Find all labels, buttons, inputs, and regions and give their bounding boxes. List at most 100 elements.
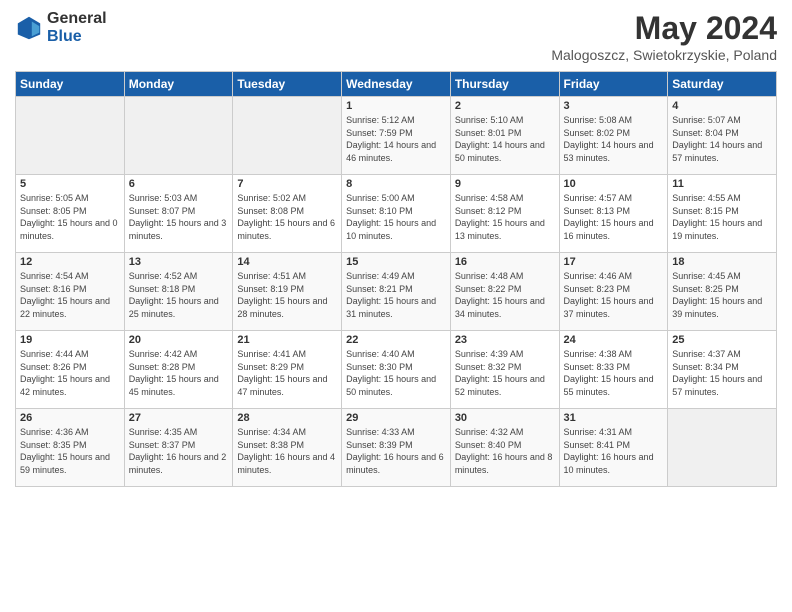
cell-w4-d6: 25Sunrise: 4:37 AMSunset: 8:34 PMDayligh… (668, 331, 777, 409)
day-number: 17 (564, 256, 664, 268)
week-row-5: 26Sunrise: 4:36 AMSunset: 8:35 PMDayligh… (16, 409, 777, 487)
cell-w2-d6: 11Sunrise: 4:55 AMSunset: 8:15 PMDayligh… (668, 175, 777, 253)
cell-w2-d0: 5Sunrise: 5:05 AMSunset: 8:05 PMDaylight… (16, 175, 125, 253)
day-info: Sunrise: 4:51 AMSunset: 8:19 PMDaylight:… (237, 270, 337, 320)
day-info: Sunrise: 4:52 AMSunset: 8:18 PMDaylight:… (129, 270, 229, 320)
day-info: Sunrise: 4:48 AMSunset: 8:22 PMDaylight:… (455, 270, 555, 320)
header: General Blue May 2024 Malogoszcz, Swieto… (15, 10, 777, 63)
day-number: 20 (129, 334, 229, 346)
day-info: Sunrise: 5:00 AMSunset: 8:10 PMDaylight:… (346, 192, 446, 242)
day-number: 29 (346, 412, 446, 424)
header-monday: Monday (124, 72, 233, 97)
header-tuesday: Tuesday (233, 72, 342, 97)
cell-w3-d5: 17 Sunrise: 4:46 AMSunset: 8:23 PMDayligh… (559, 253, 668, 331)
day-info: Sunrise: 4:32 AMSunset: 8:40 PMDaylight:… (455, 426, 555, 476)
day-number: 11 (672, 178, 772, 190)
day-info: Sunrise: 4:35 AMSunset: 8:37 PMDaylight:… (129, 426, 229, 476)
day-number: 12 (20, 256, 120, 268)
day-info: Sunrise: 4:31 AMSunset: 8:41 PMDaylight:… (564, 426, 664, 476)
calendar-title: May 2024 (551, 10, 777, 47)
logo: General Blue (15, 10, 107, 45)
day-info: Sunrise: 4:40 AMSunset: 8:30 PMDaylight:… (346, 348, 446, 398)
cell-w5-d0: 26Sunrise: 4:36 AMSunset: 8:35 PMDayligh… (16, 409, 125, 487)
logo-general-text: General (47, 10, 107, 28)
day-info: Sunrise: 4:44 AMSunset: 8:26 PMDaylight:… (20, 348, 120, 398)
day-info: Sunrise: 5:07 AMSunset: 8:04 PMDaylight:… (672, 114, 772, 164)
cell-w5-d4: 30 Sunrise: 4:32 AMSunset: 8:40 PMDayligh… (450, 409, 559, 487)
week-row-1: 1 Sunrise: 5:12 AMSunset: 7:59 PMDaylight… (16, 97, 777, 175)
week-row-2: 5Sunrise: 5:05 AMSunset: 8:05 PMDaylight… (16, 175, 777, 253)
cell-w3-d1: 13 Sunrise: 4:52 AMSunset: 8:18 PMDayligh… (124, 253, 233, 331)
day-number: 28 (237, 412, 337, 424)
cell-w4-d2: 21 Sunrise: 4:41 AMSunset: 8:29 PMDayligh… (233, 331, 342, 409)
logo-blue-text: Blue (47, 28, 107, 46)
day-info: Sunrise: 5:05 AMSunset: 8:05 PMDaylight:… (20, 192, 120, 242)
day-info: Sunrise: 4:38 AMSunset: 8:33 PMDaylight:… (564, 348, 664, 398)
day-info: Sunrise: 5:03 AMSunset: 8:07 PMDaylight:… (129, 192, 229, 242)
day-number: 9 (455, 178, 555, 190)
day-number: 7 (237, 178, 337, 190)
header-sunday: Sunday (16, 72, 125, 97)
day-info: Sunrise: 4:46 AMSunset: 8:23 PMDaylight:… (564, 270, 664, 320)
weekday-header-row: Sunday Monday Tuesday Wednesday Thursday… (16, 72, 777, 97)
calendar-body: 1 Sunrise: 5:12 AMSunset: 7:59 PMDaylight… (16, 97, 777, 487)
day-info: Sunrise: 4:34 AMSunset: 8:38 PMDaylight:… (237, 426, 337, 476)
cell-w2-d1: 6Sunrise: 5:03 AMSunset: 8:07 PMDaylight… (124, 175, 233, 253)
cell-w4-d5: 24 Sunrise: 4:38 AMSunset: 8:33 PMDayligh… (559, 331, 668, 409)
day-number: 14 (237, 256, 337, 268)
day-info: Sunrise: 4:54 AMSunset: 8:16 PMDaylight:… (20, 270, 120, 320)
day-number: 18 (672, 256, 772, 268)
day-info: Sunrise: 4:45 AMSunset: 8:25 PMDaylight:… (672, 270, 772, 320)
calendar-page: General Blue May 2024 Malogoszcz, Swieto… (0, 0, 792, 612)
cell-w1-d4: 2Sunrise: 5:10 AMSunset: 8:01 PMDaylight… (450, 97, 559, 175)
day-info: Sunrise: 5:02 AMSunset: 8:08 PMDaylight:… (237, 192, 337, 242)
cell-w2-d4: 9 Sunrise: 4:58 AMSunset: 8:12 PMDaylight… (450, 175, 559, 253)
cell-w1-d2 (233, 97, 342, 175)
cell-w5-d5: 31 Sunrise: 4:31 AMSunset: 8:41 PMDayligh… (559, 409, 668, 487)
calendar-header: Sunday Monday Tuesday Wednesday Thursday… (16, 72, 777, 97)
header-saturday: Saturday (668, 72, 777, 97)
day-number: 8 (346, 178, 446, 190)
day-number: 15 (346, 256, 446, 268)
cell-w4-d0: 19 Sunrise: 4:44 AMSunset: 8:26 PMDayligh… (16, 331, 125, 409)
day-number: 1 (346, 100, 446, 112)
day-number: 27 (129, 412, 229, 424)
day-info: Sunrise: 5:12 AMSunset: 7:59 PMDaylight:… (346, 114, 446, 164)
cell-w2-d5: 10Sunrise: 4:57 AMSunset: 8:13 PMDayligh… (559, 175, 668, 253)
day-number: 22 (346, 334, 446, 346)
cell-w4-d4: 23Sunrise: 4:39 AMSunset: 8:32 PMDayligh… (450, 331, 559, 409)
cell-w1-d5: 3Sunrise: 5:08 AMSunset: 8:02 PMDaylight… (559, 97, 668, 175)
cell-w2-d3: 8 Sunrise: 5:00 AMSunset: 8:10 PMDaylight… (342, 175, 451, 253)
cell-w3-d4: 16Sunrise: 4:48 AMSunset: 8:22 PMDayligh… (450, 253, 559, 331)
header-thursday: Thursday (450, 72, 559, 97)
header-wednesday: Wednesday (342, 72, 451, 97)
day-info: Sunrise: 4:58 AMSunset: 8:12 PMDaylight:… (455, 192, 555, 242)
day-info: Sunrise: 5:10 AMSunset: 8:01 PMDaylight:… (455, 114, 555, 164)
calendar-table: Sunday Monday Tuesday Wednesday Thursday… (15, 71, 777, 487)
cell-w5-d6 (668, 409, 777, 487)
logo-icon (15, 14, 43, 42)
title-block: May 2024 Malogoszcz, Swietokrzyskie, Pol… (551, 10, 777, 63)
day-number: 3 (564, 100, 664, 112)
day-info: Sunrise: 4:39 AMSunset: 8:32 PMDaylight:… (455, 348, 555, 398)
day-info: Sunrise: 4:36 AMSunset: 8:35 PMDaylight:… (20, 426, 120, 476)
day-number: 21 (237, 334, 337, 346)
cell-w2-d2: 7 Sunrise: 5:02 AMSunset: 8:08 PMDaylight… (233, 175, 342, 253)
day-info: Sunrise: 4:41 AMSunset: 8:29 PMDaylight:… (237, 348, 337, 398)
week-row-3: 12 Sunrise: 4:54 AMSunset: 8:16 PMDayligh… (16, 253, 777, 331)
cell-w1-d0 (16, 97, 125, 175)
day-number: 30 (455, 412, 555, 424)
cell-w3-d0: 12 Sunrise: 4:54 AMSunset: 8:16 PMDayligh… (16, 253, 125, 331)
cell-w3-d3: 15Sunrise: 4:49 AMSunset: 8:21 PMDayligh… (342, 253, 451, 331)
day-info: Sunrise: 4:42 AMSunset: 8:28 PMDaylight:… (129, 348, 229, 398)
day-number: 31 (564, 412, 664, 424)
day-number: 25 (672, 334, 772, 346)
cell-w1-d3: 1 Sunrise: 5:12 AMSunset: 7:59 PMDaylight… (342, 97, 451, 175)
cell-w4-d1: 20 Sunrise: 4:42 AMSunset: 8:28 PMDayligh… (124, 331, 233, 409)
header-friday: Friday (559, 72, 668, 97)
day-number: 10 (564, 178, 664, 190)
cell-w5-d2: 28 Sunrise: 4:34 AMSunset: 8:38 PMDayligh… (233, 409, 342, 487)
day-number: 19 (20, 334, 120, 346)
day-number: 24 (564, 334, 664, 346)
day-number: 13 (129, 256, 229, 268)
